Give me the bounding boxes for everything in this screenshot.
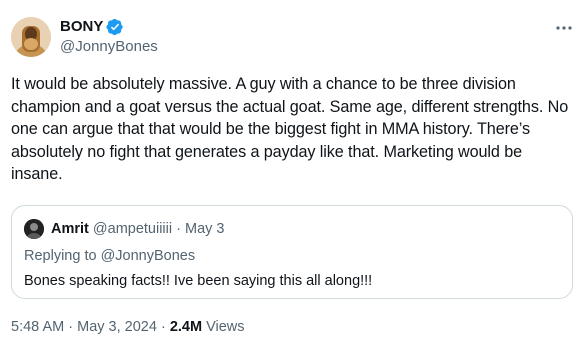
quote-author-name[interactable]: Amrit (51, 221, 89, 237)
author-handle[interactable]: @JonnyBones (60, 38, 158, 56)
quote-text: Bones speaking facts!! Ive been saying t… (24, 273, 373, 289)
tweet-card: BONY @JonnyBones It would be absolutely … (0, 0, 586, 351)
verified-badge-icon[interactable] (106, 18, 124, 36)
quote-date[interactable]: May 3 (185, 221, 225, 237)
quote-replying-to: Replying to @JonnyBones (24, 247, 195, 265)
quote-avatar-image (24, 219, 44, 239)
quote-author-avatar[interactable] (24, 219, 44, 239)
tweet-date[interactable]: May 3, 2024 (77, 319, 157, 335)
quote-separator: · (176, 221, 181, 237)
quoted-tweet[interactable]: Amrit @ampetuiiiii · May 3 Replying to @… (11, 205, 573, 299)
views-count[interactable]: 2.4M (170, 319, 202, 335)
author-avatar[interactable] (11, 17, 51, 57)
tweet-footer: 5:48 AM · May 3, 2024 · 2.4M Views (11, 318, 245, 336)
author-display-name[interactable]: BONY (60, 18, 103, 36)
footer-separator: · (68, 319, 74, 335)
author-avatar-image (11, 17, 51, 57)
replying-prefix: Replying to (24, 248, 97, 264)
footer-separator-2: · (160, 319, 166, 335)
tweet-text: It would be absolutely massive. A guy wi… (11, 75, 573, 184)
quote-author-handle[interactable]: @ampetuiiiii (93, 221, 172, 237)
tweet-time[interactable]: 5:48 AM (11, 319, 64, 335)
replying-mention[interactable]: @JonnyBones (101, 248, 196, 264)
author-name-row: BONY (60, 18, 124, 36)
more-options-icon[interactable] (554, 18, 574, 38)
quote-header: Amrit @ampetuiiiii · May 3 (51, 220, 225, 238)
views-label: Views (206, 319, 245, 335)
